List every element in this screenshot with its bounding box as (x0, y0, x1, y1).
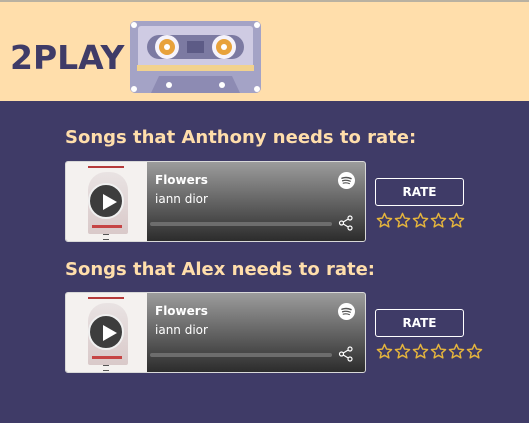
track-title[interactable]: Flowers (155, 173, 208, 187)
share-icon[interactable] (338, 346, 354, 362)
progress-bar[interactable] (150, 222, 332, 226)
track-title[interactable]: Flowers (155, 304, 208, 318)
brand-logo-text: 2PLAY (10, 38, 125, 77)
star-outline-icon[interactable] (448, 212, 465, 229)
star-outline-icon[interactable] (412, 343, 429, 360)
star-outline-icon[interactable] (412, 212, 429, 229)
progress-bar[interactable] (150, 353, 332, 357)
star-outline-icon[interactable] (376, 212, 393, 229)
album-art (66, 293, 147, 372)
rate-button-anthony[interactable]: RATE (375, 178, 464, 206)
star-outline-icon[interactable] (430, 343, 447, 360)
cassette-icon (130, 21, 261, 93)
rate-button-alex[interactable]: RATE (375, 309, 464, 337)
star-outline-icon[interactable] (394, 212, 411, 229)
star-rating-alex[interactable] (376, 343, 483, 360)
star-outline-icon[interactable] (466, 343, 483, 360)
track-artist[interactable]: iann dior (155, 192, 208, 206)
share-icon[interactable] (338, 215, 354, 231)
spotify-icon[interactable] (338, 172, 355, 189)
track-artist[interactable]: iann dior (155, 323, 208, 337)
header: 2PLAY (0, 2, 529, 101)
star-outline-icon[interactable] (394, 343, 411, 360)
play-icon[interactable] (88, 183, 124, 219)
spotify-icon[interactable] (338, 303, 355, 320)
spotify-player-alex[interactable]: Flowers iann dior (65, 292, 366, 373)
album-art (66, 162, 147, 241)
section-title-anthony: Songs that Anthony needs to rate: (65, 127, 417, 148)
section-title-alex: Songs that Alex needs to rate: (65, 259, 375, 280)
spotify-player-anthony[interactable]: Flowers iann dior (65, 161, 366, 242)
play-icon[interactable] (88, 314, 124, 350)
star-outline-icon[interactable] (448, 343, 465, 360)
star-rating-anthony[interactable] (376, 212, 465, 229)
star-outline-icon[interactable] (430, 212, 447, 229)
star-outline-icon[interactable] (376, 343, 393, 360)
